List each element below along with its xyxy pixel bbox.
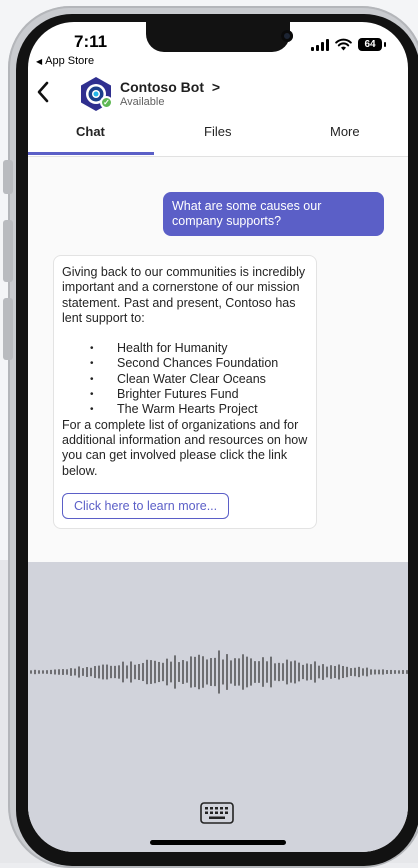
cellular-signal-icon [311,38,329,51]
list-item: Brighter Futures Fund [62,387,308,403]
home-indicator [150,840,286,845]
back-triangle-icon: ◀ [36,56,43,66]
causes-list: Health for Humanity Second Chances Found… [62,341,308,418]
user-message-bubble: What are some causes our company support… [163,192,384,236]
learn-more-button[interactable]: Click here to learn more... [62,492,230,519]
volume-down-button [3,298,13,360]
battery-icon: 64 [358,38,386,51]
bot-status: Available [120,96,165,108]
list-item: Health for Humanity [62,341,308,357]
bot-name: Contoso Bot [120,79,204,95]
chevron-left-icon[interactable] [32,78,54,106]
tab-more[interactable]: More [330,124,360,139]
active-tab-indicator [28,152,154,155]
status-time: 7:11 [74,32,108,51]
bot-name-chevron: > [211,79,221,95]
voice-waveform [30,650,408,694]
list-item: Clean Water Clear Oceans [62,372,308,388]
phone-screen: 7:11 ◀ App Store 64 ✓ Contoso Bot > Avai… [28,22,408,852]
status-icons: 64 [311,38,386,51]
silent-switch [3,160,13,194]
bot-outro-text: For a complete list of organizations and… [62,417,308,478]
back-to-app-store-link[interactable]: ◀ App Store [36,55,94,67]
presence-available-icon: ✓ [100,96,113,109]
list-item: Second Chances Foundation [62,356,308,372]
volume-up-button [3,220,13,282]
keyboard-icon[interactable] [200,802,234,824]
tab-chat[interactable]: Chat [76,124,105,139]
wifi-icon [335,38,352,51]
tab-files[interactable]: Files [204,124,231,139]
bot-name-header[interactable]: Contoso Bot > [120,79,220,95]
bot-message-card: Giving back to our communities is incred… [53,255,317,529]
camera-icon [281,30,293,42]
notch [146,22,293,52]
list-item: The Warm Hearts Project [62,402,308,418]
bot-intro-text: Giving back to our communities is incred… [62,265,306,325]
back-app-label: App Store [45,55,95,67]
